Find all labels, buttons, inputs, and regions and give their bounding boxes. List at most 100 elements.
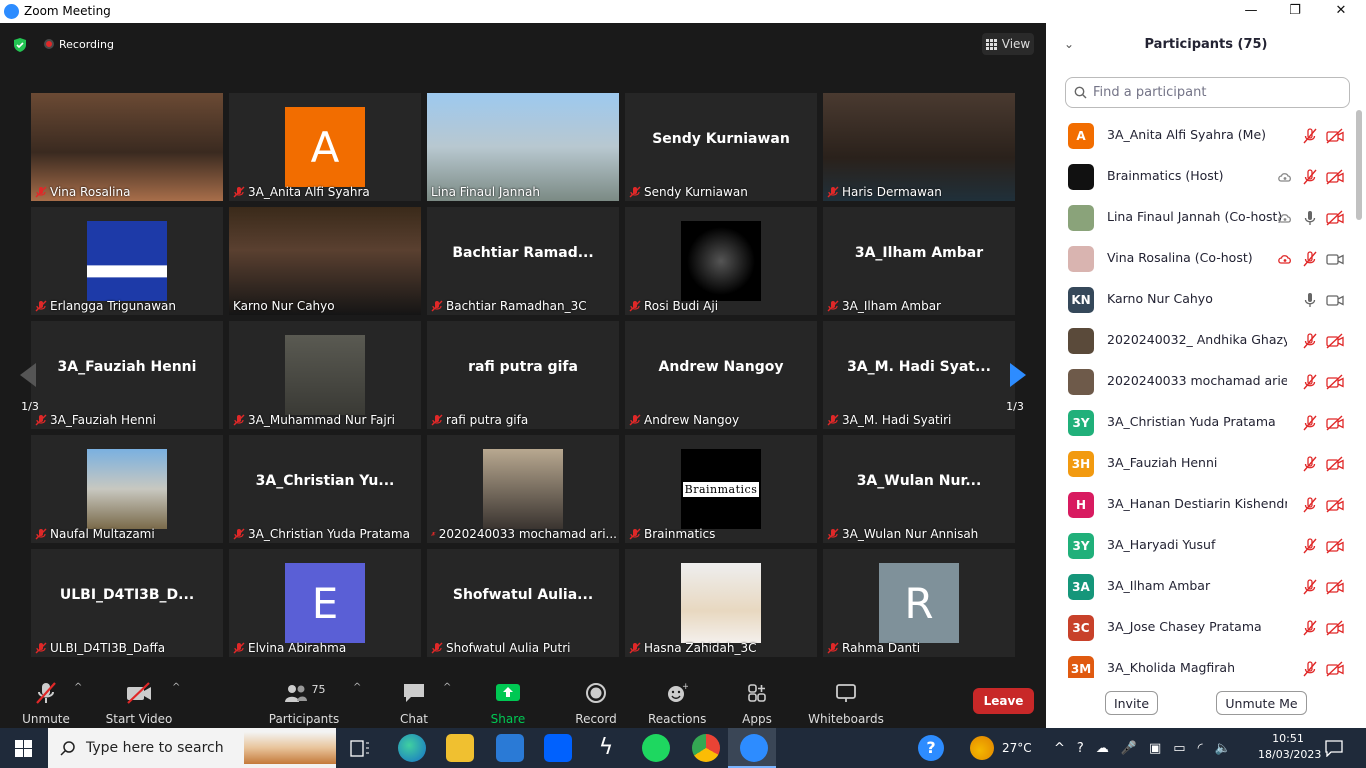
video-off-icon[interactable]: [1326, 579, 1344, 595]
video-off-icon[interactable]: [1326, 456, 1344, 472]
video-off-icon[interactable]: [1326, 333, 1344, 349]
video-tile[interactable]: A 3A_Anita Alfi Syahra: [229, 93, 421, 201]
video-tile[interactable]: Hasna Zahidah_3C: [625, 549, 817, 657]
participants-button[interactable]: 75 Participants: [268, 680, 340, 727]
participants-caret-icon[interactable]: ^: [353, 682, 361, 693]
tray-overflow-icon[interactable]: ^: [1054, 741, 1065, 756]
video-tile[interactable]: 3A_Christian Yu... 3A_Christian Yuda Prat…: [229, 435, 421, 543]
video-off-icon[interactable]: [1326, 374, 1344, 390]
video-tile[interactable]: 3A_Fauziah Henni 3A_Fauziah Henni: [31, 321, 223, 429]
video-tile[interactable]: 3A_M. Hadi Syat... 3A_M. Hadi Syatiri: [823, 321, 1015, 429]
participant-row[interactable]: 3C 3A_Jose Chasey Pratama: [1046, 607, 1356, 648]
participant-row[interactable]: 3H 3A_Fauziah Henni: [1046, 443, 1356, 484]
next-page-arrow-icon[interactable]: [1008, 362, 1028, 388]
audio-options-caret-icon[interactable]: ^: [74, 682, 82, 693]
participant-row[interactable]: A 3A_Anita Alfi Syahra (Me): [1046, 115, 1356, 156]
reactions-button[interactable]: + Reactions: [648, 680, 706, 726]
invite-button[interactable]: Invite: [1105, 691, 1158, 715]
edge-browser-icon[interactable]: [398, 734, 426, 762]
muted-mic-icon[interactable]: [1302, 538, 1318, 554]
apps-button[interactable]: Apps: [738, 680, 776, 726]
participant-row[interactable]: 3A 3A_Ilham Ambar: [1046, 566, 1356, 607]
video-tile[interactable]: Naufal Multazami: [31, 435, 223, 543]
help-icon[interactable]: ?: [918, 735, 944, 761]
video-off-icon[interactable]: [1326, 415, 1344, 431]
muted-mic-icon[interactable]: [1302, 456, 1318, 472]
minimize-button[interactable]: —: [1228, 0, 1274, 23]
dropbox-icon[interactable]: [544, 734, 572, 762]
participant-row[interactable]: Lina Finaul Jannah (Co-host): [1046, 197, 1356, 238]
video-off-icon[interactable]: [1326, 210, 1344, 226]
tray-onedrive-icon[interactable]: ☁: [1096, 741, 1109, 756]
zoom-taskbar-icon[interactable]: [740, 734, 768, 762]
video-tile[interactable]: 3A_Ilham Ambar 3A_Ilham Ambar: [823, 207, 1015, 315]
chat-caret-icon[interactable]: ^: [443, 682, 451, 693]
participant-row[interactable]: Brainmatics (Host): [1046, 156, 1356, 197]
video-off-icon[interactable]: [1326, 661, 1344, 677]
notifications-icon[interactable]: [1325, 739, 1343, 757]
recording-indicator[interactable]: Recording: [44, 35, 114, 53]
video-tile[interactable]: 2020240033 mochamad ari...: [427, 435, 619, 543]
bolt-app-icon[interactable]: ϟ: [592, 734, 620, 762]
whiteboards-button[interactable]: Whiteboards: [808, 680, 884, 726]
participant-row[interactable]: 3Y 3A_Haryadi Yusuf: [1046, 525, 1356, 566]
view-button[interactable]: View: [982, 33, 1034, 55]
muted-mic-icon[interactable]: [1302, 579, 1318, 595]
leave-button[interactable]: Leave: [973, 688, 1034, 714]
video-tile[interactable]: Lina Finaul Jannah: [427, 93, 619, 201]
file-explorer-icon[interactable]: [446, 734, 474, 762]
task-view-icon[interactable]: [350, 740, 370, 757]
video-tile[interactable]: Bachtiar Ramad... Bachtiar Ramadhan_3C: [427, 207, 619, 315]
start-video-button[interactable]: Start Video: [104, 680, 174, 726]
weather-icon[interactable]: [970, 736, 994, 760]
participant-scrollbar[interactable]: [1356, 110, 1362, 670]
video-tile[interactable]: Andrew Nangoy Andrew Nangoy: [625, 321, 817, 429]
tray-wifi-icon[interactable]: ◜: [1198, 741, 1203, 756]
taskbar-search-box[interactable]: Type here to search: [48, 728, 336, 768]
tray-help-icon[interactable]: ?: [1077, 741, 1084, 756]
tray-mic-icon[interactable]: 🎤: [1121, 741, 1137, 756]
muted-mic-icon[interactable]: [1302, 251, 1318, 267]
video-off-icon[interactable]: [1326, 169, 1344, 185]
chat-button[interactable]: Chat: [394, 680, 434, 726]
participant-row[interactable]: 2020240033 mochamad arief a...: [1046, 361, 1356, 402]
mail-icon[interactable]: [496, 734, 524, 762]
video-tile[interactable]: Karno Nur Cahyo: [229, 207, 421, 315]
video-options-caret-icon[interactable]: ^: [172, 682, 180, 693]
security-shield-icon[interactable]: [12, 37, 28, 53]
system-tray[interactable]: ^ ? ☁ 🎤 ▣ ▭ ◜ 🔈: [1054, 728, 1231, 768]
video-tile[interactable]: rafi putra gifa rafi putra gifa: [427, 321, 619, 429]
windows-start-icon[interactable]: [15, 740, 32, 757]
tray-volume-icon[interactable]: 🔈: [1215, 741, 1231, 756]
video-tile[interactable]: Rosi Budi Aji: [625, 207, 817, 315]
video-off-icon[interactable]: [1326, 128, 1344, 144]
spotify-icon[interactable]: [642, 734, 670, 762]
mic-icon[interactable]: [1302, 292, 1318, 308]
record-button[interactable]: Record: [574, 680, 618, 726]
video-tile[interactable]: Erlangga Trigunawan: [31, 207, 223, 315]
participant-row[interactable]: KN Karno Nur Cahyo: [1046, 279, 1356, 320]
participant-row[interactable]: Vina Rosalina (Co-host): [1046, 238, 1356, 279]
video-tile[interactable]: Sendy Kurniawan Sendy Kurniawan: [625, 93, 817, 201]
participant-row[interactable]: H 3A_Hanan Destiarin Kishendrian: [1046, 484, 1356, 525]
muted-mic-icon[interactable]: [1302, 169, 1318, 185]
video-tile[interactable]: 3A_Wulan Nur... 3A_Wulan Nur Annisah: [823, 435, 1015, 543]
unmute-me-button[interactable]: Unmute Me: [1216, 691, 1307, 715]
chrome-icon[interactable]: [692, 734, 720, 762]
video-icon[interactable]: [1326, 292, 1344, 308]
video-off-icon[interactable]: [1326, 620, 1344, 636]
taskbar-clock[interactable]: 10:51 18/03/2023: [1258, 731, 1321, 763]
muted-mic-icon[interactable]: [1302, 415, 1318, 431]
video-tile[interactable]: E Elvina Abirahma: [229, 549, 421, 657]
muted-mic-icon[interactable]: [1302, 661, 1318, 677]
tray-battery-icon[interactable]: ▭: [1173, 741, 1185, 756]
video-tile[interactable]: Shofwatul Aulia... Shofwatul Aulia Putri: [427, 549, 619, 657]
close-button[interactable]: ✕: [1318, 0, 1364, 23]
scrollbar-thumb[interactable]: [1356, 110, 1362, 220]
video-tile[interactable]: Haris Dermawan: [823, 93, 1015, 201]
muted-mic-icon[interactable]: [1302, 620, 1318, 636]
participant-search-input[interactable]: Find a participant: [1065, 77, 1350, 108]
participant-row[interactable]: 3M 3A_Kholida Magfirah: [1046, 648, 1356, 678]
maximize-button[interactable]: ❐: [1272, 0, 1318, 23]
mic-icon[interactable]: [1302, 210, 1318, 226]
